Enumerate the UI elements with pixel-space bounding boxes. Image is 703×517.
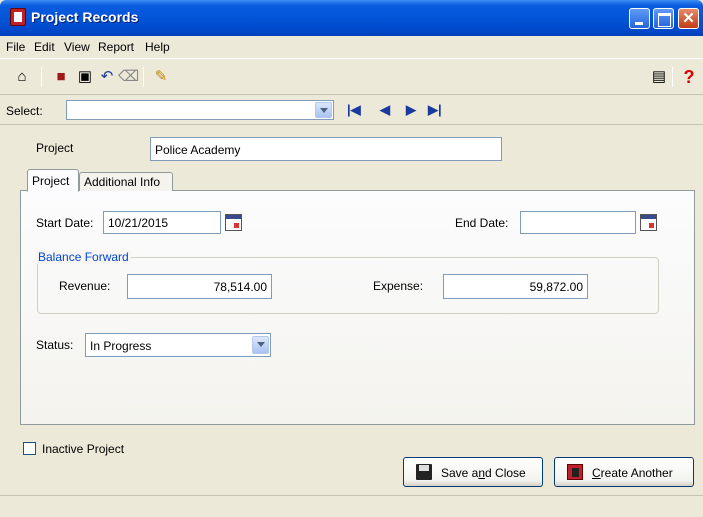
end-date-label: End Date: [455, 216, 509, 230]
status-bar [0, 495, 703, 517]
save-icon [416, 464, 432, 480]
close-icon: ✕ [682, 10, 695, 27]
delete-icon[interactable]: ⌫ [118, 68, 139, 86]
start-date-label: Start Date: [36, 216, 94, 230]
next-record-icon[interactable]: ▶ [406, 102, 416, 118]
revenue-label: Revenue: [59, 279, 111, 293]
save-and-close-label: Save and Close [441, 466, 526, 480]
previous-record-icon[interactable]: ◀ [380, 102, 390, 118]
project-label: Project [36, 141, 74, 155]
menu-help[interactable]: Help [145, 40, 170, 54]
create-another-button[interactable]: Create Another [554, 457, 694, 487]
report-icon[interactable]: ▤ [650, 68, 668, 86]
menu-bar: File Edit View Report Help [0, 36, 703, 58]
menu-report[interactable]: Report [98, 40, 134, 54]
status-label: Status: [36, 338, 74, 352]
toolbar-separator [672, 67, 673, 87]
inactive-project-label: Inactive Project [42, 442, 125, 456]
expense-label: Expense: [373, 279, 424, 293]
new-record-icon [567, 464, 583, 480]
select-label: Select: [6, 104, 43, 118]
title-bar[interactable]: Project Records ✕ [0, 0, 703, 36]
first-record-icon[interactable]: |◀ [347, 102, 361, 118]
minimize-button[interactable] [629, 8, 650, 29]
chevron-down-icon[interactable] [252, 336, 269, 354]
help-icon[interactable]: ? [680, 68, 698, 86]
menu-file[interactable]: File [6, 40, 25, 54]
balance-forward-title: Balance Forward [36, 250, 131, 264]
end-date-field[interactable] [520, 211, 636, 234]
calendar-icon[interactable] [640, 214, 657, 231]
revenue-field[interactable]: 78,514.00 [127, 274, 272, 299]
close-button[interactable]: ✕ [678, 8, 699, 29]
undo-icon[interactable]: ↶ [98, 68, 116, 86]
status-dropdown[interactable]: In Progress [85, 333, 271, 357]
start-date-field[interactable]: 10/21/2015 [103, 211, 221, 234]
toolbar-separator [143, 67, 144, 87]
app-icon [10, 8, 26, 26]
status-value: In Progress [90, 339, 152, 353]
home-icon[interactable]: ⌂ [13, 68, 31, 86]
save-icon[interactable]: ▣ [76, 68, 94, 86]
inactive-project-checkbox[interactable] [23, 442, 36, 455]
save-and-close-button[interactable]: Save and Close [403, 457, 543, 487]
record-select-dropdown[interactable] [66, 100, 334, 120]
tab-additional-info[interactable]: Additional Info [79, 172, 173, 191]
record-selector-bar: Select: |◀ ◀ ▶ ▶| [0, 95, 703, 125]
menu-edit[interactable]: Edit [34, 40, 55, 54]
calendar-icon[interactable] [225, 214, 242, 231]
tab-project[interactable]: Project [27, 169, 79, 192]
menu-view[interactable]: View [64, 40, 90, 54]
project-name-field[interactable]: Police Academy [150, 137, 502, 161]
create-another-label: Create Another [592, 466, 673, 480]
last-record-icon[interactable]: ▶| [428, 102, 442, 118]
edit-icon[interactable]: ✎ [152, 68, 170, 86]
expense-field[interactable]: 59,872.00 [443, 274, 588, 299]
toolbar: ⌂ ■ ▣ ↶ ⌫ ✎ ▤ ? [0, 58, 703, 95]
window-title: Project Records [31, 9, 139, 25]
toolbar-separator [41, 67, 42, 87]
chevron-down-icon[interactable] [315, 102, 332, 118]
new-record-icon[interactable]: ■ [52, 68, 70, 86]
maximize-button[interactable] [653, 8, 674, 29]
